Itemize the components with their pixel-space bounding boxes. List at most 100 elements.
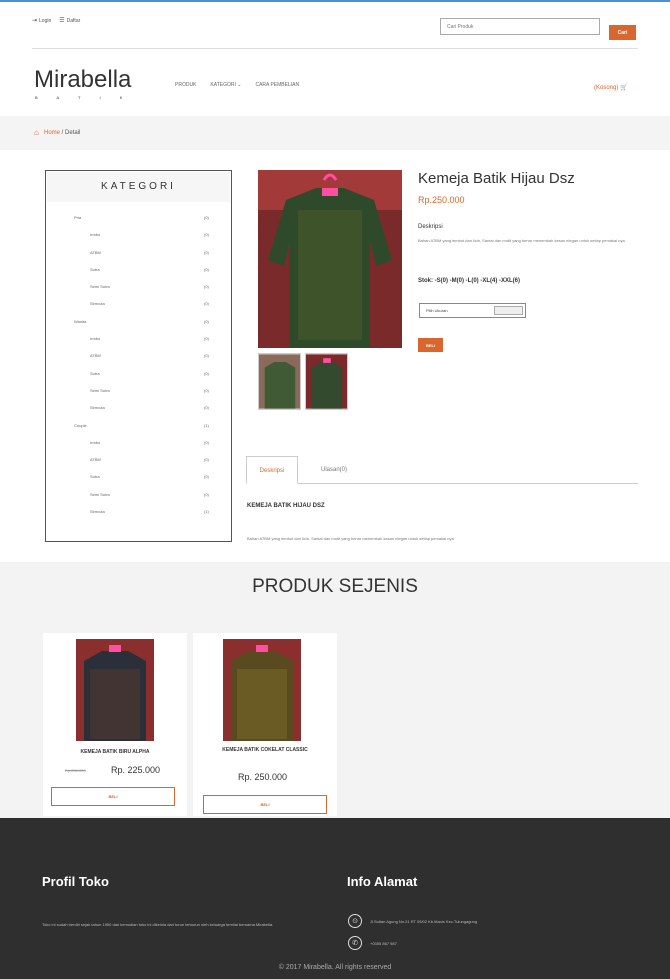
search-button[interactable]: Cari xyxy=(609,25,636,40)
product-card-price: Rp. 250.000 xyxy=(238,772,288,782)
sidebar-category-count: (0) xyxy=(204,491,209,497)
product-card-name[interactable]: KEMEJA BATIK BIRU ALPHA xyxy=(49,749,181,756)
sidebar-category-count: (0) xyxy=(204,457,209,463)
stock-info: Stok: -S(0) -M(0) -L(0) -XL(4) -XXL(6) xyxy=(418,278,520,284)
breadcrumb-home[interactable]: Home xyxy=(44,130,60,136)
sidebar-category-item[interactable]: Irmbo (0) xyxy=(46,434,231,451)
site-footer: Profil Toko Toko ini sudah berdiri sejak… xyxy=(0,818,670,979)
sidebar-category-name: Irmbo xyxy=(90,232,101,238)
sidebar-category-item[interactable]: Semi Sutra (0) xyxy=(46,486,231,503)
sidebar-category-name: Sirmoza xyxy=(90,509,105,515)
product-main-image[interactable] xyxy=(258,170,402,348)
cart-link[interactable]: (Kosong) 🛒 xyxy=(594,84,628,91)
breadcrumb-current: Detail xyxy=(65,130,81,136)
logo-subtitle: B A T I K xyxy=(35,95,132,100)
home-icon: ⌂ xyxy=(34,128,39,137)
sidebar-category-count: (1) xyxy=(204,422,209,428)
category-sidebar: KATEGORI Pria (0) Irmbo (0) ATBM (0) Sutra (0) S… xyxy=(45,170,232,542)
sidebar-category-item[interactable]: ATBM (0) xyxy=(46,244,231,261)
sidebar-category-count: (0) xyxy=(204,215,209,220)
related-products: PRODUK SEJENIS KEMEJA BATIK BIRU ALPHA R… xyxy=(0,562,670,818)
sidebar-category-name: Sutra xyxy=(90,266,100,272)
sidebar-category-count: (0) xyxy=(204,266,209,272)
related-title: PRODUK SEJENIS xyxy=(252,576,418,597)
sidebar-category-name: Sutra xyxy=(90,474,100,480)
sidebar-category-name: Sirmoza xyxy=(90,405,105,411)
sidebar-category-item[interactable]: Sutra (0) xyxy=(46,365,231,382)
product-card[interactable]: KEMEJA BATIK COKELAT CLASSIC Rp. 250.000… xyxy=(193,633,337,816)
size-select[interactable]: Pilih Ukuran xyxy=(419,303,526,318)
sidebar-category-item[interactable]: Sirmoza (0) xyxy=(46,399,231,416)
nav-cara-pembelian[interactable]: CARA PEMBELIAN xyxy=(255,82,299,88)
search-input[interactable] xyxy=(440,18,600,35)
product-thumbnail-1[interactable] xyxy=(258,353,301,410)
sidebar-category-item[interactable]: Pria (0) xyxy=(46,209,231,226)
copyright: © 2017 Mirabella. All rights reserved xyxy=(278,964,392,971)
sidebar-category-item[interactable]: Couple (1) xyxy=(46,417,231,434)
product-tabs: Deskripsi Ulasan(0) xyxy=(246,456,638,484)
sidebar-category-name: Irmbo xyxy=(90,336,101,342)
sidebar-category-item[interactable]: Semi Sutra (0) xyxy=(46,382,231,399)
sidebar-category-item[interactable]: Semi Sutra (0) xyxy=(46,278,231,295)
sidebar-category-name: ATBM xyxy=(90,457,101,463)
chevron-down-icon: ⌄ xyxy=(237,82,242,88)
sidebar-category-item[interactable]: Irmbo (0) xyxy=(46,226,231,243)
login-icon: ⇥ xyxy=(32,18,38,24)
footer-address-title: Info Alamat xyxy=(347,874,418,889)
product-card-buy-button[interactable]: BELI xyxy=(51,787,175,806)
nav-produk[interactable]: PRODUK xyxy=(175,82,196,88)
header-divider xyxy=(32,48,638,49)
sidebar-category-name: Irmbo xyxy=(90,439,101,445)
sidebar-category-item[interactable]: ATBM (0) xyxy=(46,451,231,468)
product-thumbnail-2[interactable] xyxy=(305,353,348,410)
sidebar-category-item[interactable]: Sirmoza (0) xyxy=(46,295,231,312)
sidebar-category-item[interactable]: Sutra (0) xyxy=(46,468,231,485)
category-list: Pria (0) Irmbo (0) ATBM (0) Sutra (0) Semi Sutra… xyxy=(46,209,231,520)
description-label: Deskripsi xyxy=(418,224,443,230)
site-logo[interactable]: Mirabella xyxy=(34,66,131,94)
sidebar-category-count: (1) xyxy=(204,509,209,515)
product-card-buy-button[interactable]: BELI xyxy=(203,795,327,814)
location-pin-icon: ⊙ xyxy=(348,914,362,928)
sidebar-category-count: (0) xyxy=(204,387,209,393)
sidebar-category-count: (0) xyxy=(204,301,209,307)
size-select-button[interactable] xyxy=(494,306,523,315)
cart-icon: 🛒 xyxy=(620,85,628,91)
sidebar-category-name: Semi Sutra xyxy=(90,491,110,497)
size-select-label: Pilih Ukuran xyxy=(426,308,448,313)
tab-content-heading: KEMEJA BATIK HIJAU DSZ xyxy=(247,503,325,509)
tab-deskripsi[interactable]: Deskripsi xyxy=(246,456,298,484)
product-card-price: Rp. 225.000 xyxy=(111,765,161,775)
sidebar-category-name: Sutra xyxy=(90,370,100,376)
sidebar-category-item[interactable]: Sutra (0) xyxy=(46,261,231,278)
sidebar-category-name: Wanita xyxy=(74,318,87,324)
sidebar-category-count: (0) xyxy=(204,353,209,359)
tab-content-text: Bahan ATBM yang lembut dan licin, Santai… xyxy=(247,536,454,541)
product-description: Bahan ATBM yang lembut dan licin, Santai… xyxy=(418,238,625,243)
login-link[interactable]: ⇥ Login xyxy=(32,17,51,24)
sidebar-category-name: ATBM xyxy=(90,249,101,255)
sidebar-category-item[interactable]: Wanita (0) xyxy=(46,313,231,330)
product-card[interactable]: KEMEJA BATIK BIRU ALPHA Rp.250.000 Rp. 2… xyxy=(43,633,187,816)
top-bar: ⇥ Login ☰ Daftar Cari xyxy=(0,2,670,46)
sidebar-category-count: (0) xyxy=(204,318,209,324)
sidebar-category-name: Semi Sutra xyxy=(90,284,110,290)
product-card-old-price: Rp.250.000 xyxy=(65,768,86,773)
sidebar-category-item[interactable]: Irmbo (0) xyxy=(46,330,231,347)
daftar-link[interactable]: ☰ Daftar xyxy=(59,17,80,24)
sidebar-category-count: (0) xyxy=(204,336,209,342)
buy-button[interactable]: BELI xyxy=(418,338,443,352)
nav-kategori[interactable]: KATEGORI ⌄ xyxy=(210,82,241,88)
product-title: Kemeja Batik Hijau Dsz xyxy=(418,170,575,187)
product-card-image[interactable] xyxy=(76,639,154,741)
product-card-name[interactable]: KEMEJA BATIK COKELAT CLASSIC xyxy=(210,747,320,754)
user-icon: ☰ xyxy=(59,18,65,24)
sidebar-category-item[interactable]: ATBM (0) xyxy=(46,347,231,364)
footer-profile-title: Profil Toko xyxy=(42,874,109,889)
sidebar-category-count: (0) xyxy=(204,232,209,238)
sidebar-category-item[interactable]: Sirmoza (1) xyxy=(46,503,231,520)
sidebar-category-count: (0) xyxy=(204,439,209,445)
tab-ulasan[interactable]: Ulasan(0) xyxy=(308,456,360,484)
product-card-image[interactable] xyxy=(223,639,301,741)
sidebar-category-name: Couple xyxy=(74,422,87,428)
